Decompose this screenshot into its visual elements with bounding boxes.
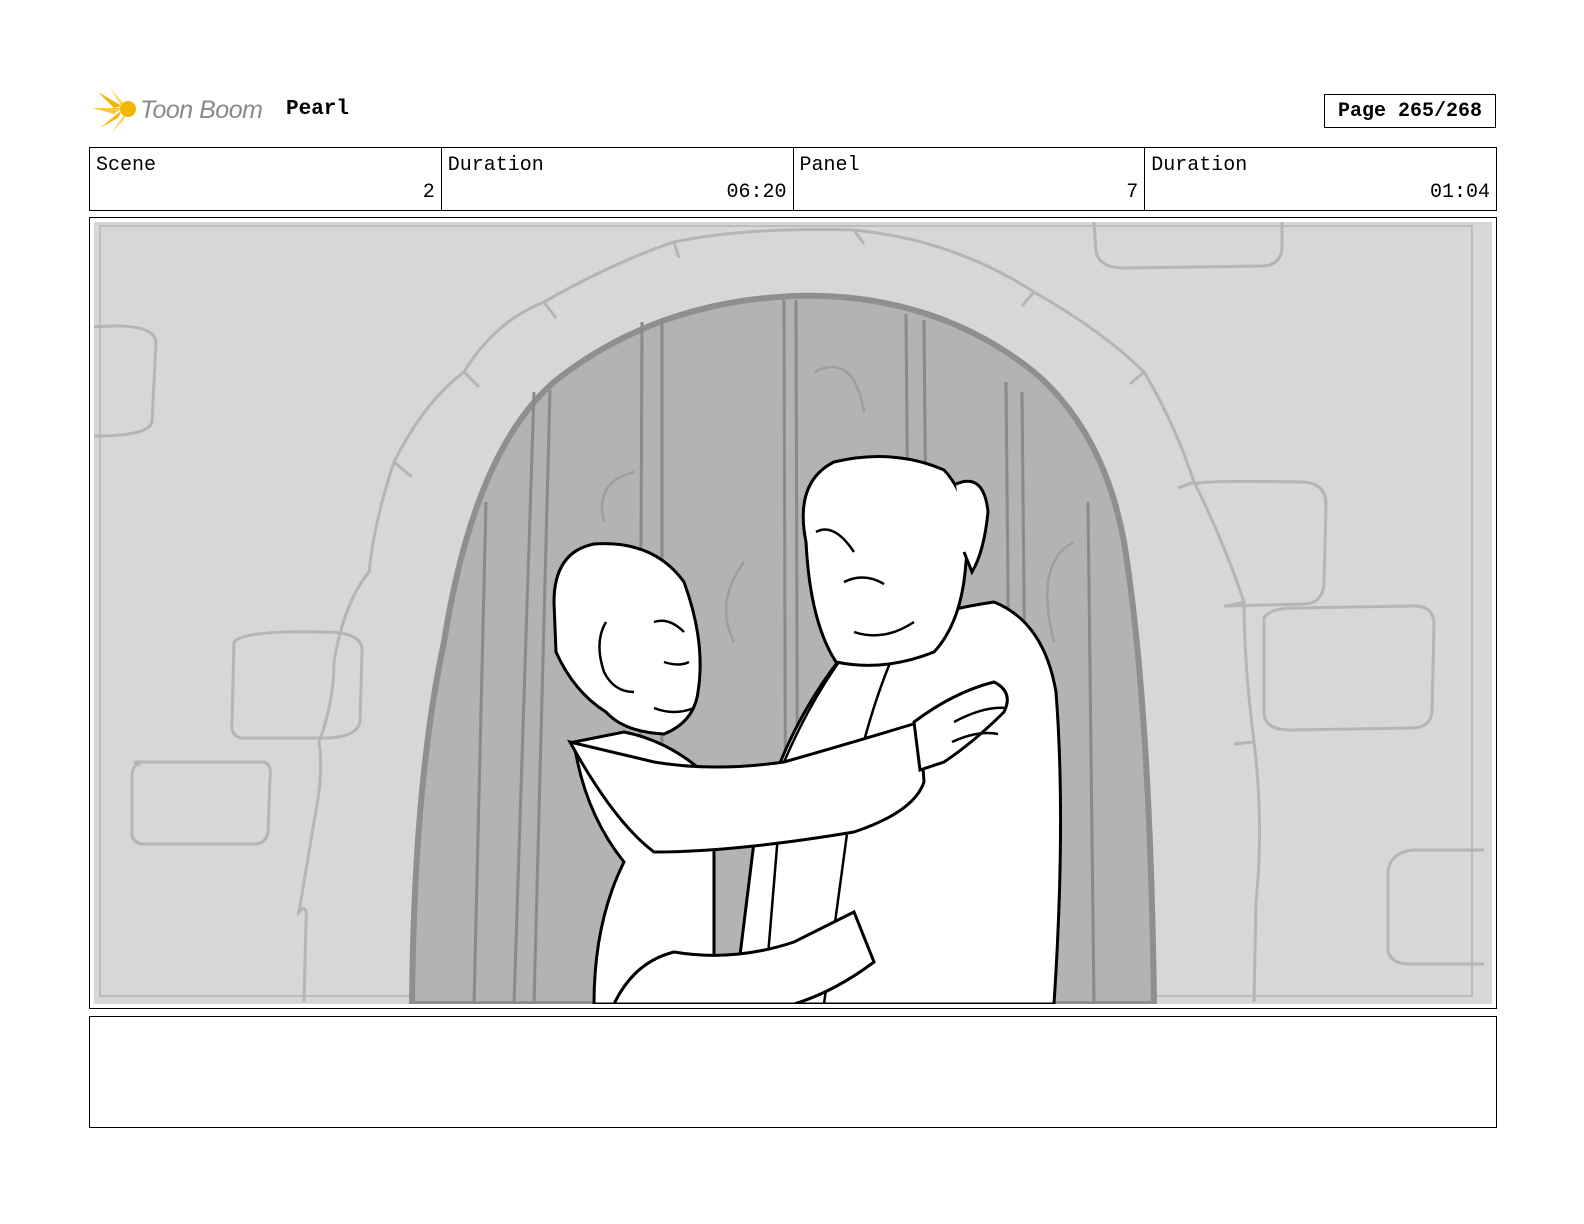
storyboard-drawing [94, 222, 1492, 1004]
scene-duration-value: 06:20 [726, 181, 787, 204]
scene-value: 2 [422, 181, 435, 204]
scene-duration-cell: Duration 06:20 [442, 148, 794, 210]
panel-cell: Panel 7 [794, 148, 1146, 210]
panel-info-row: Scene 2 Duration 06:20 Panel 7 Duration … [89, 147, 1497, 211]
panel-duration-label: Duration [1151, 154, 1248, 177]
panel-label: Panel [799, 154, 860, 177]
scene-cell: Scene 2 [90, 148, 442, 210]
brand-name: Toon Boom [140, 95, 263, 124]
starburst-logo-icon [92, 88, 136, 132]
panel-duration-value: 01:04 [1429, 181, 1490, 204]
panel-notes [89, 1016, 1497, 1128]
toon-boom-logo: Toon Boom [92, 86, 272, 134]
panel-value: 7 [1126, 181, 1139, 204]
scene-label: Scene [96, 154, 157, 177]
project-title: Pearl [286, 98, 350, 121]
page-indicator: Page 265/268 [1324, 94, 1496, 128]
storyboard-panel [89, 217, 1497, 1009]
scene-duration-label: Duration [447, 154, 544, 177]
panel-duration-cell: Duration 01:04 [1145, 148, 1496, 210]
